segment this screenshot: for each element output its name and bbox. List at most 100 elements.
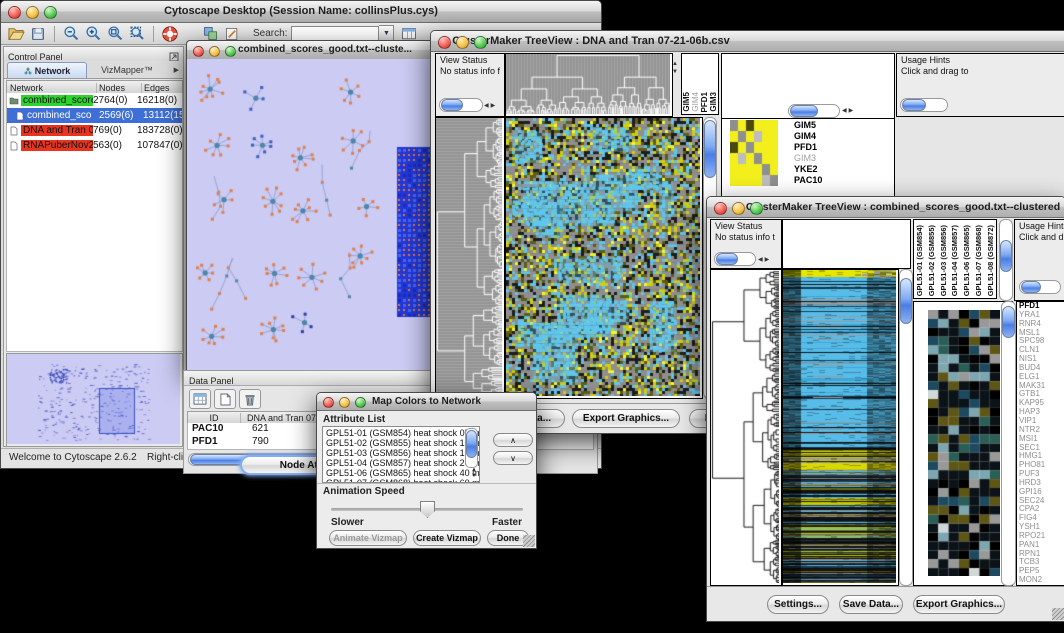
delete-attribute-trash-icon[interactable] <box>239 389 261 409</box>
column-label[interactable]: GIM3 <box>709 92 718 112</box>
close-icon[interactable] <box>714 202 727 215</box>
network-row[interactable]: RNAPuberNov2+I563(0)107847(0) <box>7 138 182 153</box>
attribute-list-vscrollbar[interactable] <box>465 428 478 468</box>
scroll-arrows[interactable]: ◀▶ <box>842 107 855 114</box>
data-col-id[interactable]: ID <box>188 413 241 423</box>
attribute-list-item[interactable]: GPL51-02 (GSM855) heat shock 10 min <box>326 438 479 448</box>
tv2-row-dendrogram[interactable] <box>710 269 782 586</box>
create-vizmap-button[interactable]: Create Vizmap <box>413 530 481 546</box>
scroll-thumb[interactable] <box>441 99 463 111</box>
tv1-column-dendrogram[interactable] <box>505 53 673 117</box>
tv2-column-dendrogram[interactable] <box>782 219 911 269</box>
col-edges[interactable]: Edges <box>142 83 182 93</box>
zoom-window-icon[interactable] <box>355 397 366 408</box>
zoom-out-icon[interactable] <box>60 24 82 44</box>
treeview2-title-bar[interactable]: ClusterMaker TreeView : combined_scores_… <box>707 197 1064 218</box>
new-attribute-icon[interactable] <box>214 389 236 409</box>
column-label[interactable]: GPL51-07 (GSM868) <box>974 225 983 296</box>
minimize-icon[interactable] <box>456 36 469 49</box>
attribute-list-item[interactable]: GPL51-04 (GSM857) heat shock 20 min <box>326 458 479 468</box>
close-icon[interactable] <box>8 6 21 19</box>
detail-gene-label[interactable]: GIM3 <box>794 153 854 164</box>
tv2-heatmap-vscrollbar[interactable] <box>899 269 913 586</box>
scroll-thumb[interactable] <box>902 99 926 111</box>
close-icon[interactable] <box>323 397 334 408</box>
tv2-genelist-vscrollbar[interactable] <box>1001 301 1016 586</box>
attribute-table-icon[interactable] <box>189 389 211 409</box>
tab-vizmapper[interactable]: VizMapper™ <box>87 61 167 78</box>
save-data-button[interactable]: Save Data... <box>839 595 903 614</box>
network-canvas[interactable] <box>187 59 431 370</box>
animate-vizmap-button[interactable]: Animate Vizmap <box>329 530 407 546</box>
scroll-thumb[interactable] <box>790 105 818 117</box>
detail-gene-label[interactable]: GIM5 <box>794 120 854 131</box>
resize-grip[interactable] <box>523 535 535 547</box>
resize-grip[interactable] <box>1052 608 1064 620</box>
column-label[interactable]: GIM4 <box>691 92 700 112</box>
tv1-status-scrollbar[interactable] <box>439 98 483 112</box>
save-icon[interactable] <box>27 24 49 44</box>
detail-gene-label[interactable]: GIM4 <box>794 131 854 142</box>
column-label[interactable]: PFD1 <box>700 92 709 112</box>
zoom-window-icon[interactable] <box>474 36 487 49</box>
detail-gene-label[interactable]: YKE2 <box>794 164 854 175</box>
birdseye-canvas[interactable] <box>7 354 180 444</box>
detail-gene-label[interactable]: PAC10 <box>794 175 854 186</box>
scroll-thumb[interactable] <box>716 253 738 265</box>
column-label[interactable]: GPL51-08 (GSM872) <box>986 225 995 296</box>
settings-button[interactable]: Settings... <box>767 595 829 614</box>
column-label[interactable]: YKE2 <box>718 91 719 112</box>
network-row[interactable]: DNA and Tran 07769(0)183728(0) <box>7 123 182 138</box>
tv2-detail-heatmap-canvas[interactable] <box>928 310 1000 576</box>
move-up-button[interactable]: ∧ <box>493 433 533 447</box>
zoom-window-icon[interactable] <box>750 202 763 215</box>
scroll-thumb[interactable] <box>1000 240 1012 272</box>
dialog-title-bar[interactable]: Map Colors to Network <box>317 393 536 411</box>
export-graphics-button[interactable]: Export Graphics... <box>572 409 680 428</box>
list-scroll-arrows[interactable]: ▲▼ <box>471 467 477 479</box>
slider-thumb[interactable] <box>420 501 435 518</box>
attribute-list[interactable]: GPL51-01 (GSM854) heat shock 05 minGPL51… <box>322 426 480 483</box>
minimize-icon[interactable] <box>732 202 745 215</box>
attribute-list-item[interactable]: GPL51-06 (GSM865) heat shock 40 min <box>326 468 479 478</box>
network-row[interactable]: combined_scores2764(0)16218(0) <box>7 93 182 108</box>
tv1-row-dendrogram[interactable] <box>435 117 505 399</box>
column-label[interactable]: GIM5 <box>682 92 691 112</box>
column-label[interactable]: GPL51-03 (GSM856) <box>939 225 948 296</box>
tab-network[interactable]: Network <box>7 62 87 78</box>
col-network[interactable]: Network <box>7 83 97 93</box>
tv1-heatmap[interactable] <box>505 117 703 399</box>
scroll-arrows[interactable]: ◀▶ <box>758 256 771 263</box>
tab-overflow-button[interactable]: ▶ <box>167 61 183 78</box>
column-label[interactable]: GPL51-06 (GSM865) <box>962 225 971 296</box>
animation-slider[interactable] <box>331 501 523 517</box>
close-icon[interactable] <box>438 36 451 49</box>
attribute-list-item[interactable]: GPL51-01 (GSM854) heat shock 05 min <box>326 428 479 438</box>
open-folder-icon[interactable] <box>5 24 27 44</box>
scroll-thumb[interactable] <box>1021 281 1041 293</box>
move-down-button[interactable]: ∨ <box>493 451 533 465</box>
tv1-detail-matrix-canvas[interactable] <box>730 120 778 186</box>
main-title-bar[interactable]: Cytoscape Desktop (Session Name: collins… <box>1 1 601 23</box>
col-nodes[interactable]: Nodes <box>97 83 142 93</box>
birdseye-view[interactable] <box>6 353 183 447</box>
attribute-list-item[interactable]: GPL51-03 (GSM856) heat shock 15 min <box>326 448 479 458</box>
minimize-icon[interactable] <box>26 6 39 19</box>
column-label[interactable]: GPL51-04 (GSM857) <box>950 225 959 296</box>
column-label[interactable]: GPL51-01 (GSM854) <box>915 225 924 296</box>
tv2-status-scrollbar[interactable] <box>714 252 756 266</box>
treeview1-title-bar[interactable]: ClusterMaker TreeView : DNA and Tran 07-… <box>431 31 1064 52</box>
tv1-coldendro-arrows[interactable]: ▲▼ <box>672 61 678 77</box>
scroll-thumb[interactable] <box>704 120 716 178</box>
tv2-hints-scrollbar[interactable] <box>1019 280 1061 294</box>
scroll-thumb[interactable] <box>1002 306 1015 338</box>
detail-gene-label[interactable]: PFD1 <box>794 142 854 153</box>
column-label[interactable]: GPL51-02 (GSM855) <box>927 225 936 296</box>
tv2-heatmap[interactable] <box>782 269 899 586</box>
scroll-arrows[interactable]: ◀▶ <box>484 102 497 109</box>
gene-label[interactable]: MON2 <box>1017 576 1064 585</box>
tv1-detail-scrollbar[interactable] <box>788 104 840 118</box>
zoom-window-icon[interactable] <box>44 6 57 19</box>
scroll-thumb[interactable] <box>900 278 912 324</box>
minimize-icon[interactable] <box>339 397 350 408</box>
